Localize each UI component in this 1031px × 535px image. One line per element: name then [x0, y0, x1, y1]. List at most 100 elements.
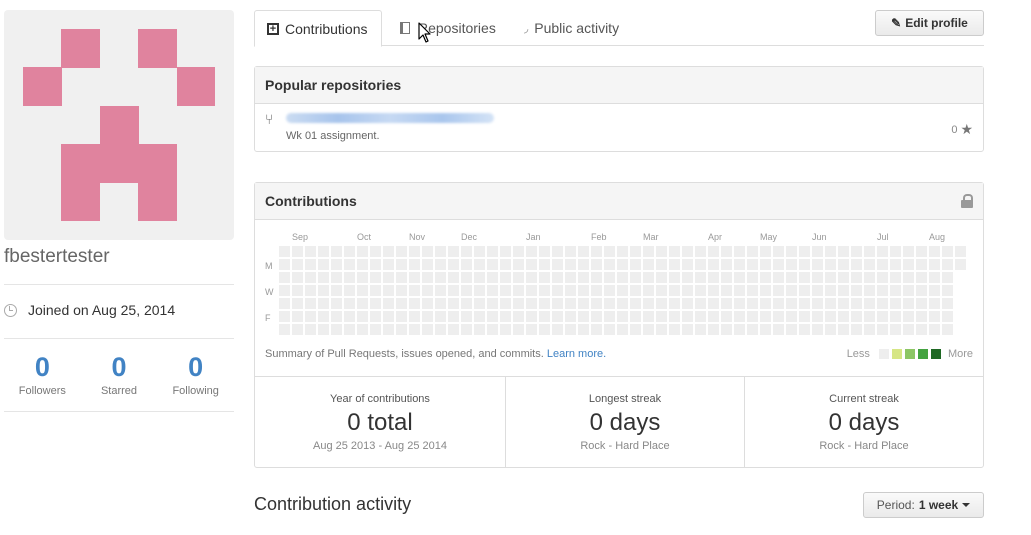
calendar-day[interactable] [344, 259, 355, 270]
calendar-day[interactable] [617, 272, 628, 283]
calendar-day[interactable] [591, 285, 602, 296]
calendar-day[interactable] [760, 324, 771, 335]
calendar-day[interactable] [591, 246, 602, 257]
calendar-day[interactable] [630, 298, 641, 309]
calendar-day[interactable] [708, 246, 719, 257]
calendar-day[interactable] [331, 246, 342, 257]
calendar-day[interactable] [435, 285, 446, 296]
calendar-day[interactable] [955, 246, 966, 257]
calendar-day[interactable] [695, 285, 706, 296]
calendar-day[interactable] [942, 285, 953, 296]
calendar-day[interactable] [539, 246, 550, 257]
calendar-day[interactable] [773, 285, 784, 296]
calendar-day[interactable] [903, 311, 914, 322]
calendar-day[interactable] [526, 272, 537, 283]
calendar-day[interactable] [734, 285, 745, 296]
calendar-day[interactable] [500, 246, 511, 257]
calendar-day[interactable] [695, 259, 706, 270]
calendar-day[interactable] [604, 285, 615, 296]
calendar-day[interactable] [942, 298, 953, 309]
calendar-day[interactable] [422, 298, 433, 309]
calendar-day[interactable] [695, 324, 706, 335]
calendar-day[interactable] [331, 324, 342, 335]
calendar-day[interactable] [435, 272, 446, 283]
calendar-day[interactable] [669, 311, 680, 322]
calendar-day[interactable] [656, 246, 667, 257]
calendar-day[interactable] [461, 246, 472, 257]
calendar-day[interactable] [851, 298, 862, 309]
calendar-day[interactable] [526, 324, 537, 335]
calendar-day[interactable] [539, 259, 550, 270]
calendar-day[interactable] [617, 259, 628, 270]
calendar-day[interactable] [318, 272, 329, 283]
calendar-day[interactable] [734, 272, 745, 283]
calendar-day[interactable] [591, 298, 602, 309]
calendar-day[interactable] [344, 311, 355, 322]
repo-item[interactable]: ⑂ Wk 01 assignment. 0 ★ [255, 104, 983, 151]
calendar-day[interactable] [474, 285, 485, 296]
calendar-day[interactable] [604, 259, 615, 270]
calendar-day[interactable] [279, 259, 290, 270]
calendar-day[interactable] [487, 298, 498, 309]
calendar-day[interactable] [682, 324, 693, 335]
calendar-day[interactable] [851, 285, 862, 296]
calendar-day[interactable] [383, 285, 394, 296]
calendar-day[interactable] [643, 324, 654, 335]
calendar-day[interactable] [838, 311, 849, 322]
calendar-day[interactable] [604, 324, 615, 335]
calendar-day[interactable] [669, 324, 680, 335]
calendar-day[interactable] [890, 311, 901, 322]
calendar-day[interactable] [487, 285, 498, 296]
calendar-day[interactable] [357, 259, 368, 270]
calendar-day[interactable] [370, 324, 381, 335]
calendar-day[interactable] [916, 298, 927, 309]
calendar-day[interactable] [591, 311, 602, 322]
calendar-day[interactable] [357, 324, 368, 335]
calendar-day[interactable] [825, 324, 836, 335]
calendar-day[interactable] [695, 272, 706, 283]
calendar-day[interactable] [864, 298, 875, 309]
calendar-day[interactable] [604, 298, 615, 309]
calendar-day[interactable] [929, 311, 940, 322]
tab-public-activity[interactable]: ◞ Public activity [512, 10, 631, 46]
calendar-day[interactable] [955, 259, 966, 270]
calendar-day[interactable] [851, 246, 862, 257]
calendar-day[interactable] [643, 311, 654, 322]
calendar-day[interactable] [877, 272, 888, 283]
calendar-day[interactable] [370, 259, 381, 270]
calendar-day[interactable] [604, 311, 615, 322]
calendar-day[interactable] [357, 285, 368, 296]
tab-repositories[interactable]: Repositories [388, 10, 508, 46]
calendar-day[interactable] [773, 246, 784, 257]
calendar-day[interactable] [279, 272, 290, 283]
calendar-day[interactable] [396, 324, 407, 335]
calendar-day[interactable] [773, 298, 784, 309]
calendar-day[interactable] [786, 311, 797, 322]
calendar-day[interactable] [565, 272, 576, 283]
calendar-day[interactable] [617, 285, 628, 296]
calendar-day[interactable] [812, 246, 823, 257]
calendar-day[interactable] [682, 298, 693, 309]
calendar-day[interactable] [396, 246, 407, 257]
calendar-day[interactable] [279, 311, 290, 322]
calendar-day[interactable] [695, 298, 706, 309]
calendar-day[interactable] [721, 246, 732, 257]
calendar-day[interactable] [487, 272, 498, 283]
calendar-day[interactable] [773, 259, 784, 270]
calendar-day[interactable] [760, 285, 771, 296]
calendar-day[interactable] [929, 324, 940, 335]
calendar-day[interactable] [539, 298, 550, 309]
calendar-day[interactable] [539, 272, 550, 283]
period-dropdown[interactable]: Period: 1 week [863, 492, 984, 518]
calendar-day[interactable] [617, 324, 628, 335]
calendar-day[interactable] [370, 246, 381, 257]
calendar-day[interactable] [812, 259, 823, 270]
calendar-day[interactable] [578, 246, 589, 257]
calendar-day[interactable] [916, 324, 927, 335]
calendar-day[interactable] [305, 246, 316, 257]
calendar-day[interactable] [721, 311, 732, 322]
calendar-day[interactable] [747, 298, 758, 309]
calendar-day[interactable] [370, 298, 381, 309]
calendar-day[interactable] [656, 285, 667, 296]
calendar-day[interactable] [877, 311, 888, 322]
